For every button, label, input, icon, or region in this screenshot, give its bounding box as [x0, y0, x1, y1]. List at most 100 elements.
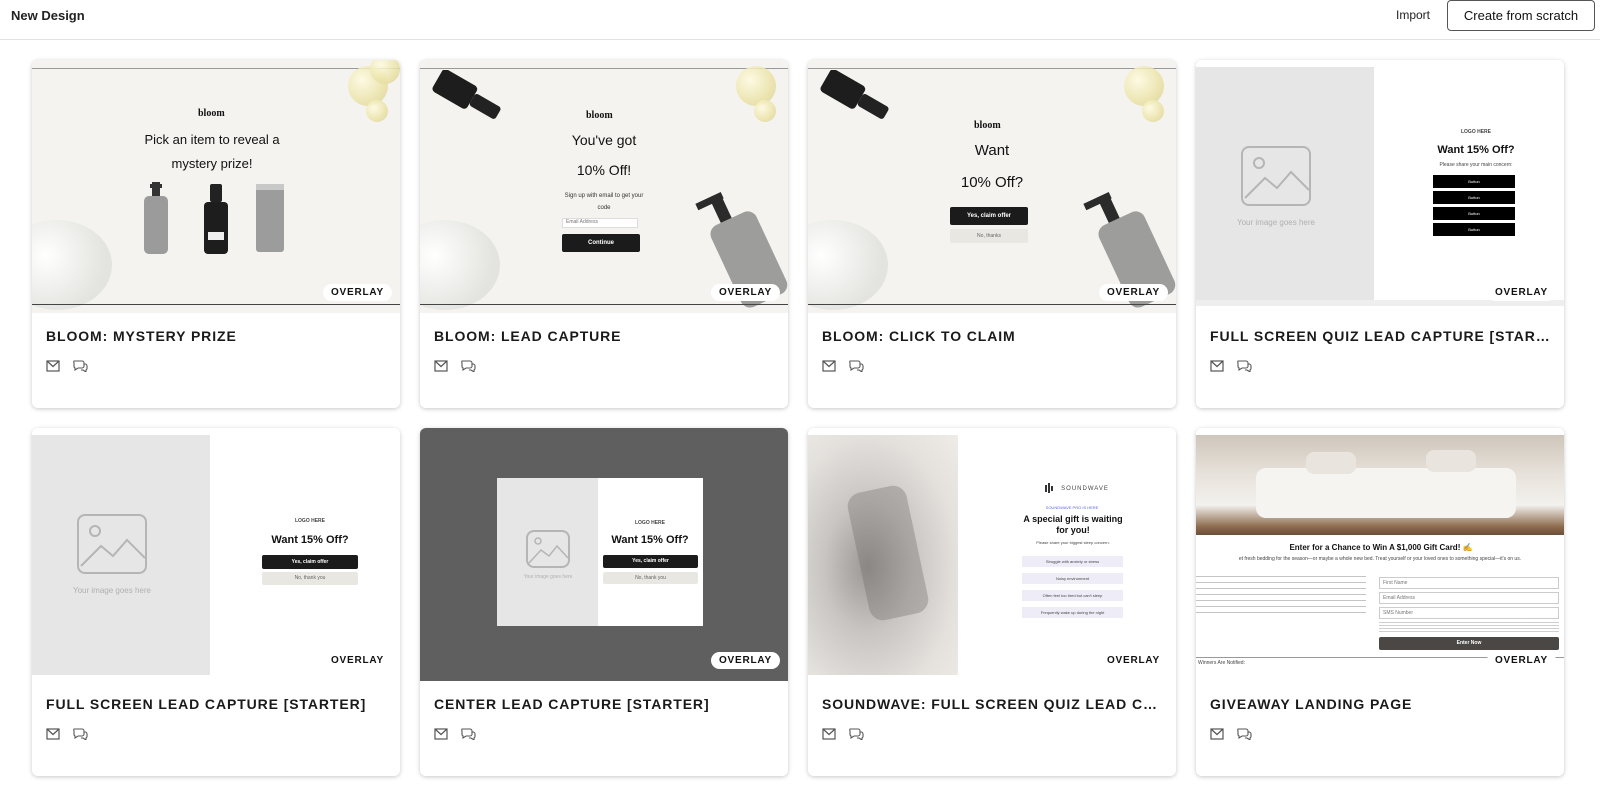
template-preview[interactable]: bloom You've got 10% Off! Sign up with e…: [420, 60, 788, 313]
claim-offer-button: Yes, claim offer: [262, 555, 358, 569]
quiz-option: Often feel too tired but can't sleep: [1022, 590, 1123, 601]
template-title[interactable]: BLOOM: LEAD CAPTURE: [434, 328, 774, 344]
chat-bubbles-icon: [460, 359, 477, 377]
template-preview[interactable]: Your image goes here LOGO HERE Want 15% …: [420, 428, 788, 681]
preview-subtext: Sign up with email to get your code: [564, 193, 644, 211]
chat-bubbles-icon: [848, 359, 865, 377]
cream-swatch: [32, 220, 112, 310]
divider: [32, 304, 400, 305]
kicker-text: SOUNDWAVE PRO IS HERE: [1045, 505, 1099, 510]
cream-swatch: [420, 220, 500, 310]
image-caption: Your image goes here: [73, 586, 151, 595]
pillow: [1426, 450, 1476, 472]
mail-icon: [1210, 359, 1224, 377]
divider: [420, 304, 788, 305]
template-card[interactable]: bloom Want 10% Off? Yes, claim offer No,…: [808, 60, 1176, 408]
template-title[interactable]: BLOOM: CLICK TO CLAIM: [822, 328, 1162, 344]
template-title[interactable]: CENTER LEAD CAPTURE [STARTER]: [434, 696, 774, 712]
channel-icons: [434, 359, 484, 375]
email-field: Email Address: [1379, 592, 1559, 604]
consent-copy: [1379, 622, 1559, 632]
chat-bubbles-icon: [1236, 359, 1253, 377]
serum-bubble: [1124, 66, 1164, 106]
template-preview[interactable]: Your image goes here LOGO HERE Want 15% …: [32, 428, 400, 681]
enter-now-button: Enter Now: [1379, 637, 1559, 650]
import-button[interactable]: Import: [1396, 8, 1430, 22]
image-caption: Your image goes here: [523, 574, 573, 580]
image-caption: Your image goes here: [1237, 218, 1315, 227]
top-bar: New Design Import Create from scratch: [0, 0, 1600, 40]
mail-icon: [434, 727, 448, 745]
template-preview[interactable]: bloom Pick an item to reveal a mystery p…: [32, 60, 400, 313]
dropper-bottle: [432, 70, 501, 119]
quiz-option: Button: [1433, 207, 1515, 220]
channel-icons: [46, 727, 96, 743]
template-card[interactable]: Enter for a Chance to Win A $1,000 Gift …: [1196, 428, 1564, 776]
no-thanks-button: No, thank you: [262, 572, 358, 585]
email-field: Email Address: [562, 218, 638, 228]
preview-headline: 10% Off!: [576, 162, 632, 178]
create-from-scratch-button[interactable]: Create from scratch: [1447, 0, 1595, 31]
mail-icon: [46, 359, 60, 377]
page-title: New Design: [11, 8, 85, 23]
quiz-option: Button: [1433, 191, 1515, 204]
type-badge: OVERLAY: [710, 652, 780, 669]
chat-bubbles-icon: [460, 727, 477, 745]
mail-icon: [822, 727, 836, 745]
preview-headline: Want: [974, 142, 1010, 159]
first-name-field: First Name: [1379, 577, 1559, 589]
serum-bubble: [366, 100, 388, 122]
channel-icons: [1210, 359, 1260, 375]
type-badge: OVERLAY: [710, 284, 780, 301]
preview-headline: Want 15% Off?: [1437, 144, 1515, 156]
template-card[interactable]: SOUNDWAVE SOUNDWAVE PRO IS HERE A specia…: [808, 428, 1176, 776]
type-badge: OVERLAY: [322, 652, 392, 669]
brand-logo: bloom: [198, 108, 225, 119]
type-badge: OVERLAY: [322, 284, 392, 301]
template-preview[interactable]: bloom Want 10% Off? Yes, claim offer No,…: [808, 60, 1176, 313]
continue-button: Continue: [562, 234, 640, 252]
template-card[interactable]: bloom Pick an item to reveal a mystery p…: [32, 60, 400, 408]
preview-headline: Enter for a Chance to Win A $1,000 Gift …: [1289, 543, 1473, 552]
quiz-option: Noisy environment: [1022, 573, 1123, 584]
image-icon: [526, 530, 570, 568]
mail-icon: [434, 359, 448, 377]
divider: [420, 68, 788, 69]
template-card[interactable]: Your image goes here LOGO HERE Want 15% …: [420, 428, 788, 776]
divider: [32, 68, 400, 69]
no-thanks-button: No, thanks: [950, 229, 1028, 243]
template-card[interactable]: Your image goes here LOGO HERE Want 15% …: [32, 428, 400, 776]
chat-bubbles-icon: [72, 359, 89, 377]
channel-icons: [1210, 727, 1260, 743]
brand-logo: bloom: [586, 110, 613, 121]
preview-subtext: et fresh bedding for the season—or maybe…: [1238, 556, 1522, 562]
dropper-bottle: [820, 70, 889, 119]
type-badge: OVERLAY: [1486, 284, 1556, 301]
pillow: [1306, 452, 1356, 474]
channel-icons: [434, 727, 484, 743]
cream-swatch: [808, 220, 888, 310]
serum-bubble: [754, 100, 776, 122]
chat-bubbles-icon: [848, 727, 865, 745]
template-title[interactable]: GIVEAWAY LANDING PAGE: [1210, 696, 1550, 712]
serum-bubble: [736, 66, 776, 106]
template-title[interactable]: FULL SCREEN QUIZ LEAD CAPTURE [STARTER]: [1210, 328, 1550, 344]
divider: [808, 68, 1176, 69]
sms-field: SMS Number: [1379, 607, 1559, 619]
template-preview[interactable]: Enter for a Chance to Win A $1,000 Gift …: [1196, 428, 1564, 681]
template-card[interactable]: bloom You've got 10% Off! Sign up with e…: [420, 60, 788, 408]
chat-bubbles-icon: [72, 727, 89, 745]
template-title[interactable]: FULL SCREEN LEAD CAPTURE [STARTER]: [46, 696, 386, 712]
serum-bubble: [1142, 100, 1164, 122]
bed-sheet: [1256, 468, 1516, 518]
logo-placeholder: LOGO HERE: [1460, 129, 1491, 135]
claim-offer-button: Yes, claim offer: [950, 207, 1028, 225]
template-card[interactable]: Your image goes here LOGO HERE Want 15% …: [1196, 60, 1564, 408]
footer-text: Winners Are Notified:: [1198, 660, 1245, 666]
template-title[interactable]: SOUNDWAVE: FULL SCREEN QUIZ LEAD CAPTU..…: [822, 696, 1162, 712]
template-preview[interactable]: Your image goes here LOGO HERE Want 15% …: [1196, 60, 1564, 313]
preview-subtext: Please share your main concern:: [1439, 162, 1513, 168]
template-title[interactable]: BLOOM: MYSTERY PRIZE: [46, 328, 386, 344]
template-preview[interactable]: SOUNDWAVE SOUNDWAVE PRO IS HERE A specia…: [808, 428, 1176, 681]
chat-bubbles-icon: [1236, 727, 1253, 745]
